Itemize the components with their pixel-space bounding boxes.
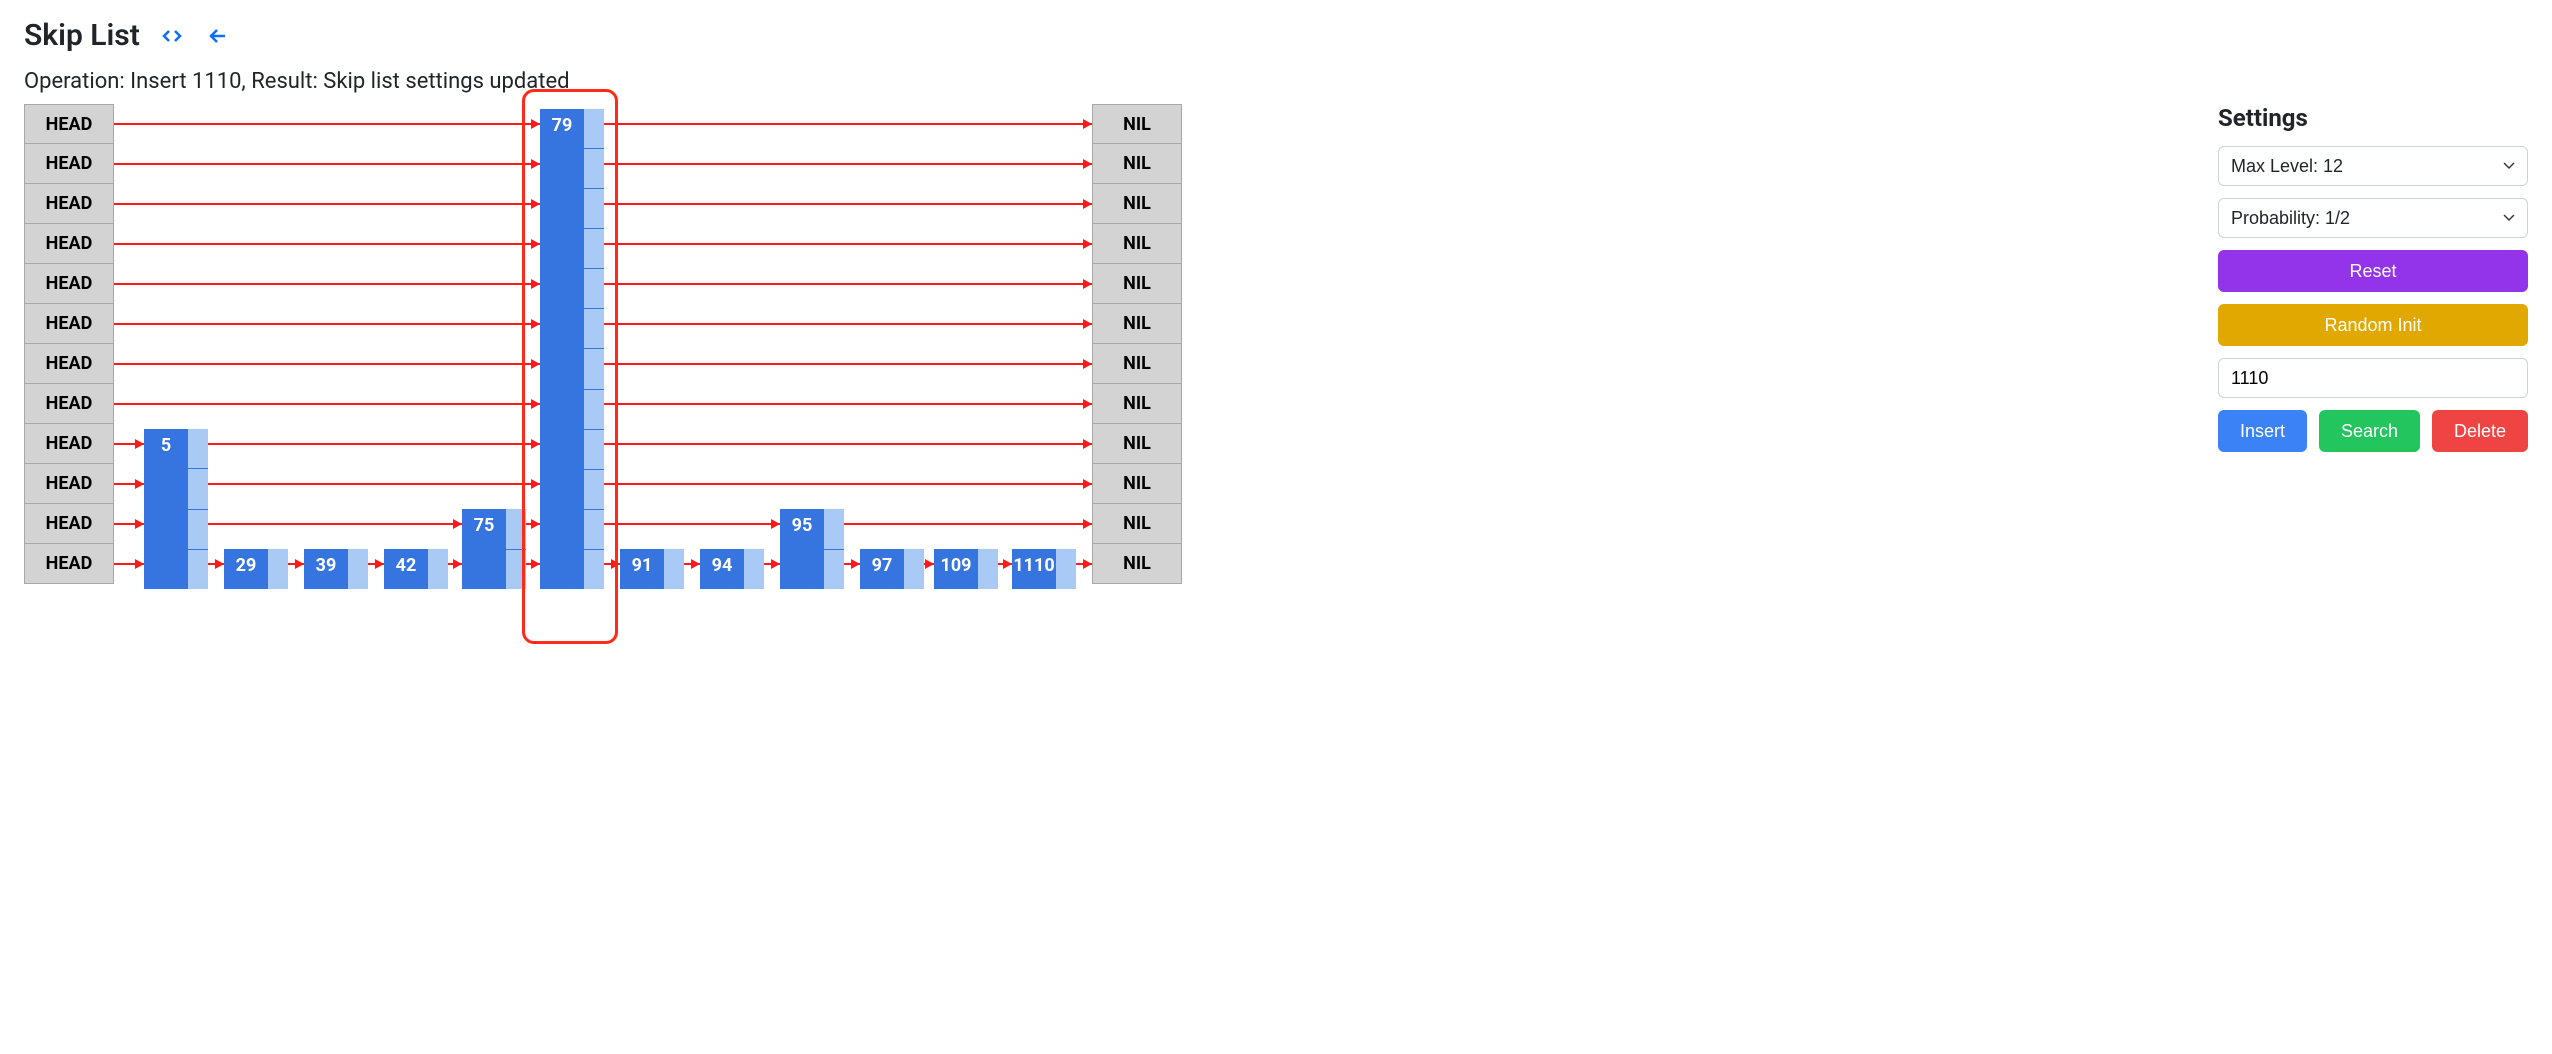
head-cell: HEAD (24, 184, 114, 224)
skip-node-value: 29 (224, 549, 268, 589)
skip-node: 109 (934, 549, 998, 589)
settings-panel: Settings Max Level: 12 Probability: 1/2 … (2218, 104, 2528, 452)
skip-node: 42 (384, 549, 448, 589)
nil-cell: NIL (1092, 424, 1182, 464)
page-header: Skip List (24, 18, 2528, 53)
head-cell: HEAD (24, 424, 114, 464)
skip-node: 95 (780, 509, 844, 589)
skip-node-value: 95 (780, 509, 824, 589)
nil-cell: NIL (1092, 344, 1182, 384)
skip-node-value: 91 (620, 549, 664, 589)
search-button[interactable]: Search (2319, 410, 2420, 452)
skip-node-value: 1110 (1012, 549, 1056, 589)
nil-cell: NIL (1092, 304, 1182, 344)
skip-node-value: 97 (860, 549, 904, 589)
skip-node-value: 109 (934, 549, 978, 589)
skip-node-levels (584, 109, 604, 589)
skip-node: 75 (462, 509, 526, 589)
head-cell: HEAD (24, 104, 114, 144)
skip-node-levels (824, 509, 844, 589)
nil-cell: NIL (1092, 104, 1182, 144)
skip-node-value: 42 (384, 549, 428, 589)
nil-cell: NIL (1092, 184, 1182, 224)
nil-cell: NIL (1092, 224, 1182, 264)
nil-cell: NIL (1092, 384, 1182, 424)
skip-node-levels (904, 549, 924, 589)
action-button-row: Insert Search Delete (2218, 410, 2528, 452)
skip-node: 1110 (1012, 549, 1076, 589)
skip-node-levels (744, 549, 764, 589)
head-cell: HEAD (24, 144, 114, 184)
skip-node-levels (428, 549, 448, 589)
skip-node: 94 (700, 549, 764, 589)
skip-list-diagram: HEADHEADHEADHEADHEADHEADHEADHEADHEADHEAD… (24, 104, 2178, 644)
head-cell: HEAD (24, 344, 114, 384)
head-cell: HEAD (24, 264, 114, 304)
head-cell: HEAD (24, 224, 114, 264)
max-level-select[interactable]: Max Level: 12 (2218, 146, 2528, 186)
skip-node: 29 (224, 549, 288, 589)
nil-cell: NIL (1092, 544, 1182, 584)
reset-button[interactable]: Reset (2218, 250, 2528, 292)
skip-node: 39 (304, 549, 368, 589)
skip-node-levels (348, 549, 368, 589)
skip-node-value: 5 (144, 429, 188, 589)
skip-node-value: 75 (462, 509, 506, 589)
nil-column: NILNILNILNILNILNILNILNILNILNILNILNIL (1092, 104, 1182, 584)
head-cell: HEAD (24, 504, 114, 544)
head-cell: HEAD (24, 544, 114, 584)
skip-node-value: 79 (540, 109, 584, 589)
nil-cell: NIL (1092, 144, 1182, 184)
skip-node-levels (188, 429, 208, 589)
skip-node-value: 94 (700, 549, 744, 589)
value-input[interactable] (2218, 358, 2528, 398)
skip-node-levels (268, 549, 288, 589)
skip-node: 79 (540, 109, 604, 589)
head-cell: HEAD (24, 464, 114, 504)
nil-cell: NIL (1092, 464, 1182, 504)
skip-node-levels (506, 509, 526, 589)
skip-node-value: 39 (304, 549, 348, 589)
skip-node-levels (1056, 549, 1076, 589)
page-title: Skip List (24, 18, 140, 53)
insert-button[interactable]: Insert (2218, 410, 2307, 452)
nil-cell: NIL (1092, 504, 1182, 544)
status-text: Operation: Insert 1110, Result: Skip lis… (24, 69, 2528, 94)
random-init-button[interactable]: Random Init (2218, 304, 2528, 346)
code-icon[interactable] (158, 22, 186, 50)
skip-node-levels (978, 549, 998, 589)
skip-node: 97 (860, 549, 924, 589)
skip-node: 91 (620, 549, 684, 589)
back-arrow-icon[interactable] (204, 22, 232, 50)
skip-node-levels (664, 549, 684, 589)
nil-cell: NIL (1092, 264, 1182, 304)
settings-heading: Settings (2218, 104, 2528, 132)
head-cell: HEAD (24, 384, 114, 424)
delete-button[interactable]: Delete (2432, 410, 2528, 452)
head-column: HEADHEADHEADHEADHEADHEADHEADHEADHEADHEAD… (24, 104, 114, 584)
probability-select[interactable]: Probability: 1/2 (2218, 198, 2528, 238)
skip-node: 5 (144, 429, 208, 589)
head-cell: HEAD (24, 304, 114, 344)
